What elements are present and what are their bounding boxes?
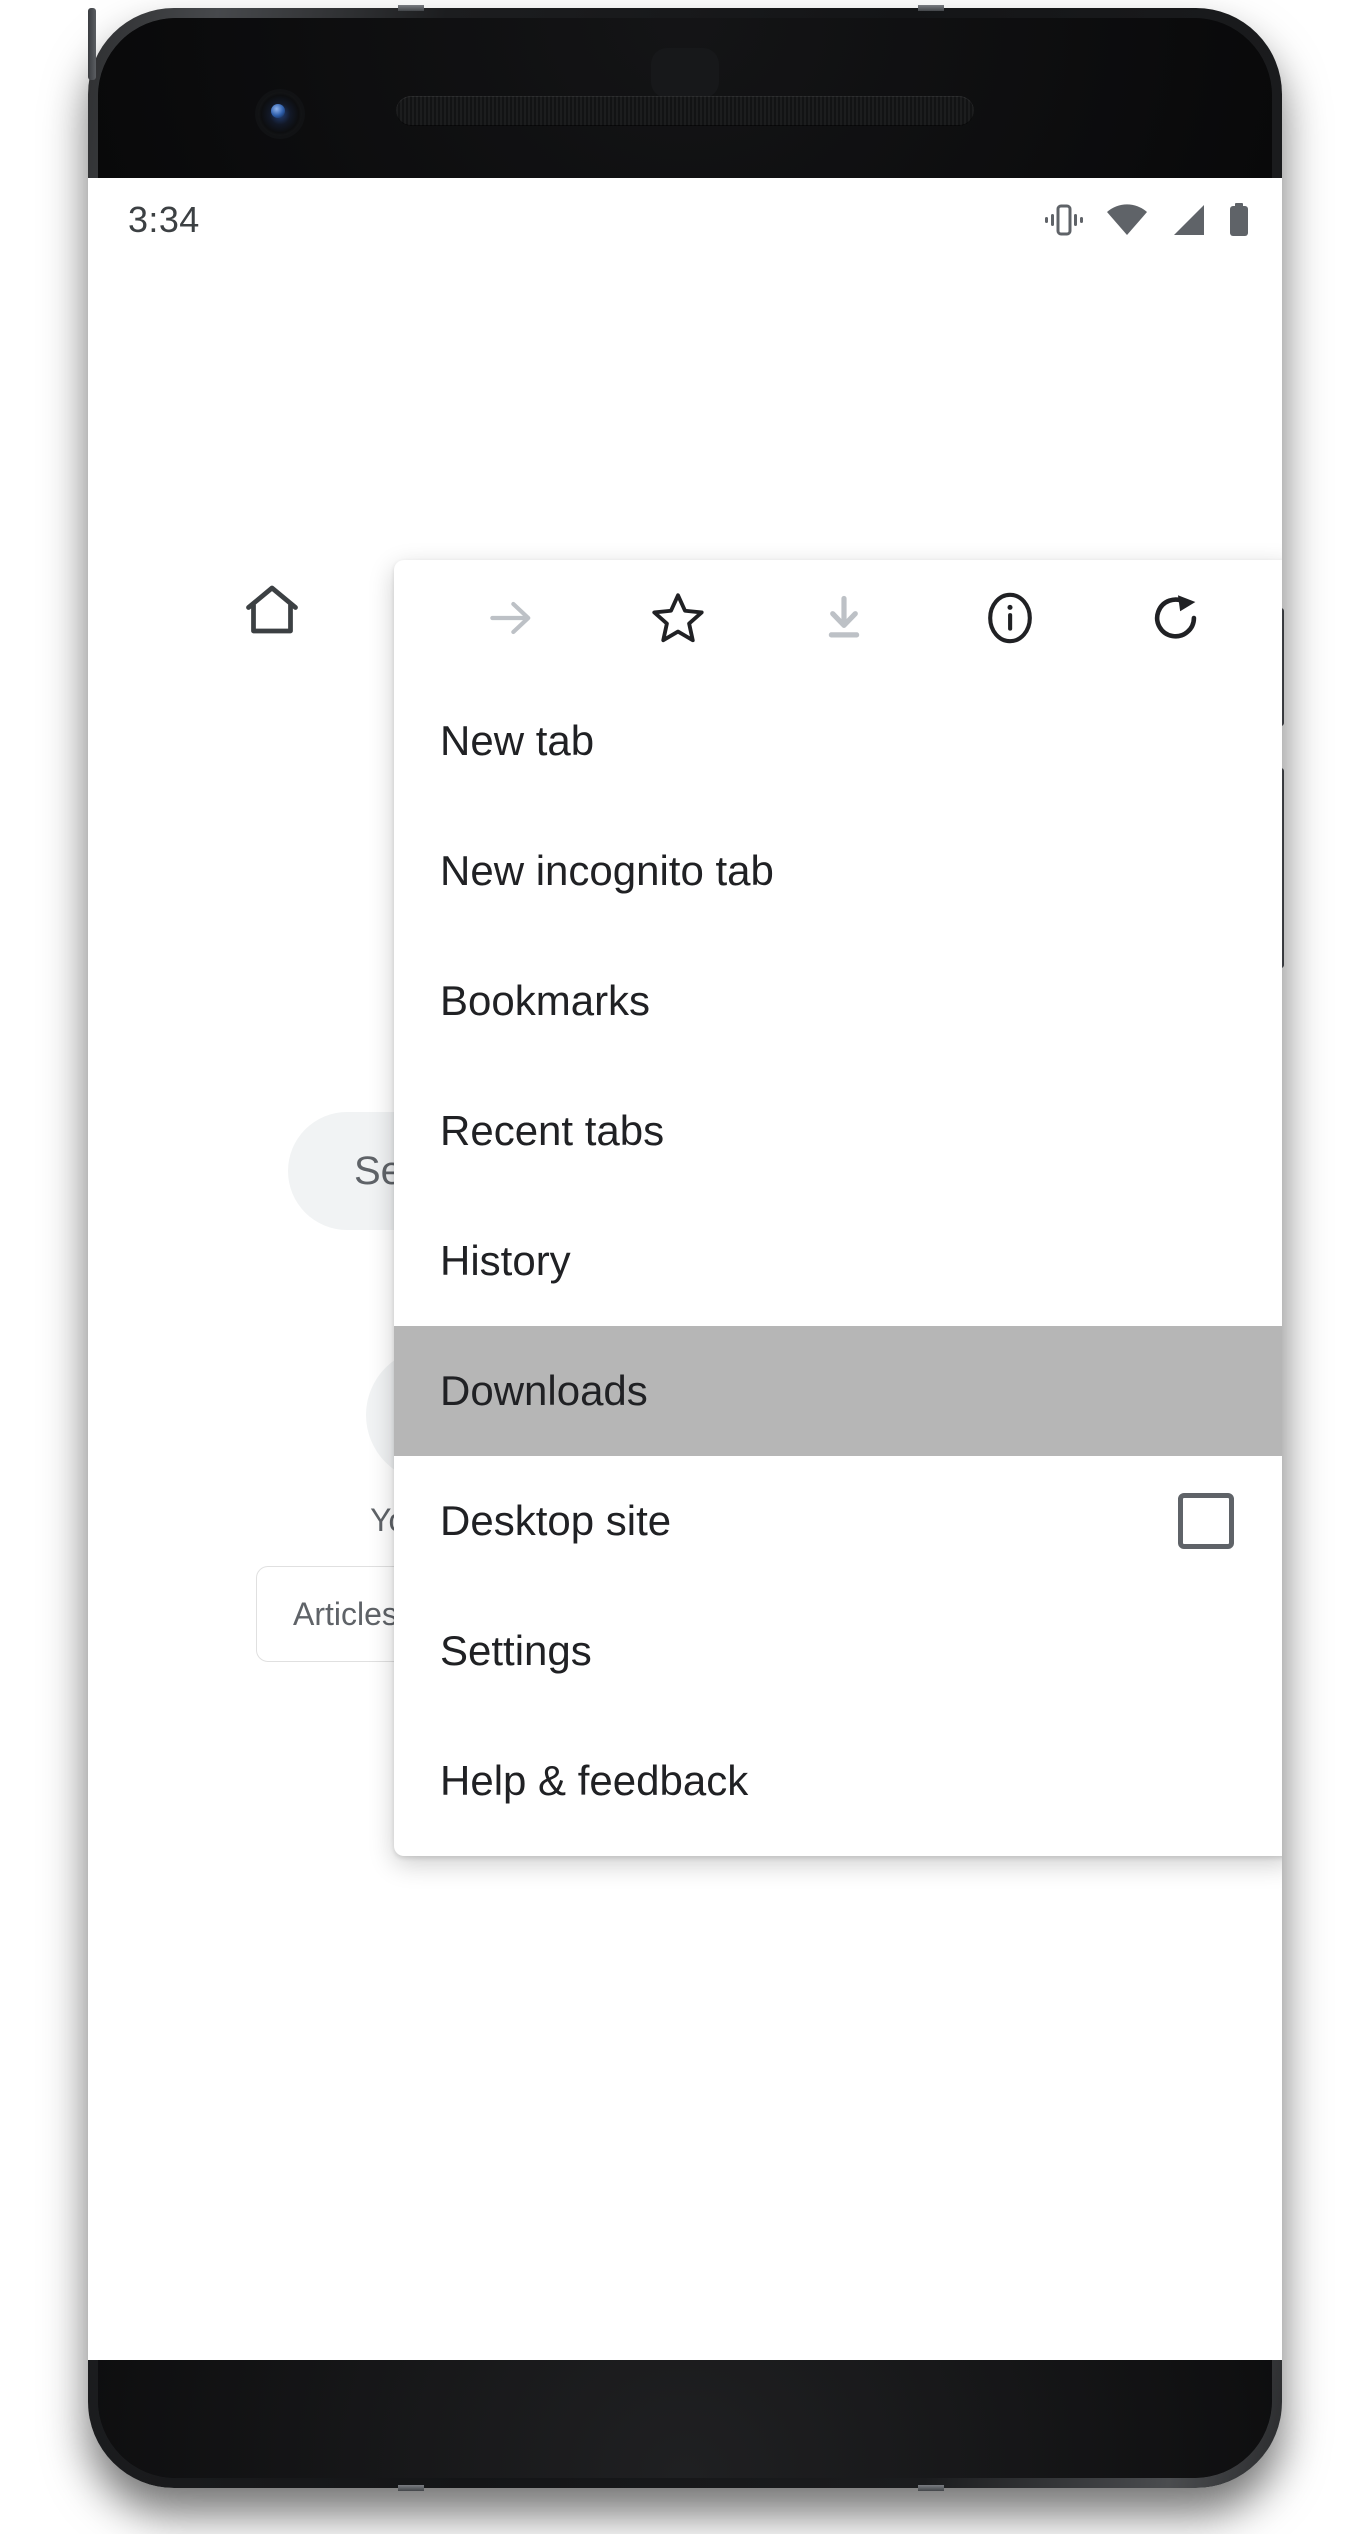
vibrate-icon <box>1045 204 1083 236</box>
menu-item-label: Desktop site <box>440 1497 672 1544</box>
phone-screen: 3:34 Articles New tab New incognito tab … <box>88 178 1282 2360</box>
download-icon <box>828 595 860 638</box>
reload-button[interactable] <box>1094 560 1260 676</box>
menu-item-label: Downloads <box>440 1367 648 1414</box>
status-clock: 3:34 <box>128 199 200 240</box>
wifi-icon <box>1107 204 1147 235</box>
bookmark-button[interactable] <box>594 560 760 676</box>
menu-item-label: History <box>440 1237 571 1284</box>
left-side-accent <box>88 8 96 80</box>
menu-item-new-tab[interactable]: New tab <box>394 676 1282 806</box>
chrome-app-menu: New tab New incognito tab Bookmarks Rece… <box>394 560 1282 1856</box>
frame-seam-top-left <box>398 5 424 11</box>
page-info-button[interactable] <box>927 560 1093 676</box>
menu-item-settings[interactable]: Settings <box>394 1586 1282 1716</box>
menu-item-label: Settings <box>440 1627 592 1674</box>
menu-item-desktop-site[interactable]: Desktop site <box>394 1456 1282 1586</box>
cell-signal-icon <box>1174 205 1204 235</box>
menu-item-help-and-feedback[interactable]: Help & feedback <box>394 1716 1282 1846</box>
menu-item-recent-tabs[interactable]: Recent tabs <box>394 1066 1282 1196</box>
menu-item-label: Recent tabs <box>440 1107 665 1154</box>
frame-seam-bottom-left <box>398 2485 424 2491</box>
star-icon <box>651 593 704 643</box>
forward-icon <box>490 601 531 635</box>
menu-item-label: New incognito tab <box>440 847 774 894</box>
menu-item-label: Bookmarks <box>440 977 651 1024</box>
menu-item-new-incognito-tab[interactable]: New incognito tab <box>394 806 1282 936</box>
app-menu-toolbar <box>394 560 1282 676</box>
earpiece-speaker <box>396 96 974 126</box>
status-bar: 3:34 <box>88 178 1282 262</box>
frame-seam-top-right <box>918 5 944 11</box>
home-button[interactable] <box>242 580 302 640</box>
status-icon-group <box>1044 203 1250 237</box>
top-microphone <box>651 48 719 98</box>
menu-item-bookmarks[interactable]: Bookmarks <box>394 936 1282 1066</box>
menu-item-downloads[interactable]: Downloads <box>394 1326 1282 1456</box>
frame-seam-bottom-right <box>918 2485 944 2491</box>
info-icon <box>988 592 1033 644</box>
menu-item-history[interactable]: History <box>394 1196 1282 1326</box>
menu-item-label: Help & feedback <box>440 1757 749 1804</box>
download-page-button[interactable] <box>761 560 927 676</box>
forward-button[interactable] <box>428 560 594 676</box>
front-camera-icon <box>258 92 302 136</box>
desktop-site-checkbox[interactable] <box>1178 1493 1234 1549</box>
menu-item-label: New tab <box>440 717 595 764</box>
home-icon <box>246 585 298 634</box>
battery-icon <box>1230 203 1248 236</box>
reload-icon <box>1154 595 1197 639</box>
